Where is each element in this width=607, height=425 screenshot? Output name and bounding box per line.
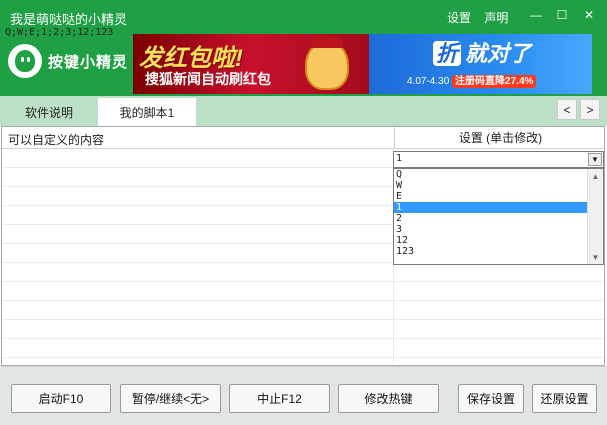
column-header-setting: 设置 (单击修改) <box>394 127 604 149</box>
window-title: 我是萌哒哒的小精灵 <box>10 12 128 27</box>
chevron-down-icon: ▼ <box>591 155 599 164</box>
pause-resume-button[interactable]: 暂停/继续<无> <box>120 384 221 413</box>
banner-right-headline: 折就对了 <box>433 36 531 68</box>
column-header-content: 可以自定义的内容 <box>8 133 105 147</box>
row1-content-cell[interactable]: Q;W;E;1;2;3;12;123 <box>5 27 113 38</box>
ad-banner[interactable]: 发红包啦! 搜狐新闻自动刷红包 折就对了 4.07-4.30 注册码直降27.4… <box>133 34 592 94</box>
start-button[interactable]: 启动F10 <box>11 384 111 413</box>
combobox-value: 1 <box>396 153 403 164</box>
dropdown-option-selected[interactable]: 1 <box>394 202 587 213</box>
dropdown-list[interactable]: Q W E 1 2 3 12 123 ▲ ▼ <box>393 168 604 265</box>
chevron-left-icon: < <box>563 102 571 117</box>
tab-my-script[interactable]: 我的脚本1 <box>98 98 196 126</box>
dropdown-option[interactable]: E <box>394 191 587 202</box>
title-links: 设置 声明 <box>447 9 518 26</box>
setting-combobox[interactable]: 1 ▼ <box>393 151 604 168</box>
maximize-icon: ☐ <box>556 8 568 22</box>
dropdown-scrollbar[interactable]: ▲ ▼ <box>587 169 603 264</box>
change-hotkey-button[interactable]: 修改热键 <box>338 384 439 413</box>
restore-settings-button[interactable]: 还原设置 <box>532 384 597 413</box>
dropdown-option[interactable]: 123 <box>394 246 587 257</box>
close-icon: ✕ <box>583 8 595 22</box>
chevron-right-icon: > <box>586 102 594 117</box>
minimize-icon: — <box>530 8 542 22</box>
scroll-down-icon[interactable]: ▼ <box>588 250 603 264</box>
dropdown-option[interactable]: 2 <box>394 213 587 224</box>
stop-button[interactable]: 中止F12 <box>229 384 330 413</box>
fortune-god-icon <box>305 36 349 90</box>
dropdown-option[interactable]: 12 <box>394 235 587 246</box>
sprite-icon <box>8 44 42 78</box>
tab-next-button[interactable]: > <box>580 99 600 120</box>
statement-link[interactable]: 声明 <box>484 11 508 25</box>
scroll-up-icon[interactable]: ▲ <box>588 169 603 183</box>
banner-left: 发红包啦! 搜狐新闻自动刷红包 <box>133 34 369 94</box>
logo-text: 按键小精灵 <box>48 53 129 71</box>
close-button[interactable]: ✕ <box>578 4 600 26</box>
tab-prev-button[interactable]: < <box>557 99 577 120</box>
dropdown-option[interactable]: 3 <box>394 224 587 235</box>
dropdown-option[interactable]: W <box>394 180 587 191</box>
settings-link[interactable]: 设置 <box>447 11 471 25</box>
tab-software-info[interactable]: 软件说明 <box>0 98 98 126</box>
dropdown-button[interactable]: ▼ <box>588 153 602 166</box>
dropdown-option[interactable]: Q <box>394 169 587 180</box>
tab-bar: 软件说明 我的脚本1 <box>0 96 607 126</box>
app-logo: 按键小精灵 <box>8 44 128 78</box>
maximize-button[interactable]: ☐ <box>551 4 573 26</box>
banner-left-subline: 搜狐新闻自动刷红包 <box>145 71 271 87</box>
grid-header: 可以自定义的内容 设置 (单击修改) <box>2 127 604 149</box>
minimize-button[interactable]: — <box>525 4 547 26</box>
banner-right: 折就对了 4.07-4.30 注册码直降27.4% <box>369 34 592 94</box>
banner-right-promo: 4.07-4.30 注册码直降27.4% <box>407 72 537 88</box>
save-settings-button[interactable]: 保存设置 <box>458 384 524 413</box>
banner-left-headline: 发红包啦! <box>139 45 243 72</box>
